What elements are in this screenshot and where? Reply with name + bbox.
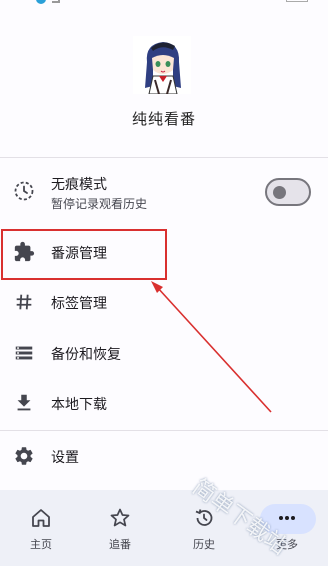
menu-item-settings[interactable]: 设置 [0, 432, 328, 480]
nav-follow[interactable]: 追番 [79, 490, 161, 566]
nav-home[interactable]: 主页 [0, 490, 82, 566]
menu-item-local-download[interactable]: 本地下载 [0, 379, 328, 427]
app-name: 纯纯看番 [131, 110, 196, 128]
nav-label: 追番 [109, 538, 131, 551]
battery-icon [286, 0, 308, 2]
menu-label: 设置 [51, 450, 79, 466]
app-avatar [133, 36, 191, 95]
incognito-title: 无痕模式 [51, 177, 107, 193]
status-bar [0, 0, 328, 8]
nav-label: 主页 [30, 538, 52, 551]
toggle-knob [273, 186, 286, 199]
hashtag-icon [13, 291, 35, 313]
gear-icon [13, 445, 35, 467]
menu-label: 备份和恢复 [51, 347, 121, 363]
home-icon [29, 506, 53, 530]
signal-icon [52, 0, 60, 3]
incognito-clock-icon [13, 180, 35, 202]
divider [0, 430, 328, 431]
menu-item-tag-manage[interactable]: 标签管理 [0, 278, 328, 326]
divider [0, 157, 328, 158]
incognito-mode-row[interactable]: 无痕模式 暂停记录观看历史 [0, 166, 328, 220]
drawer-header: 纯纯看番 [0, 8, 328, 158]
menu-label: 标签管理 [51, 296, 107, 312]
annotation-highlight-box [1, 229, 167, 280]
incognito-subtitle: 暂停记录观看历史 [51, 197, 148, 211]
menu-label: 本地下载 [51, 397, 107, 413]
notification-dot-icon [36, 0, 46, 4]
storage-list-icon [13, 342, 35, 364]
menu-item-backup-restore[interactable]: 备份和恢复 [0, 329, 328, 377]
incognito-toggle[interactable] [265, 178, 311, 206]
download-icon [13, 392, 35, 414]
app-screen: 纯纯看番 无痕模式 暂停记录观看历史 番源管理 标签管理 备份和恢复 本地下载 … [0, 0, 328, 566]
star-icon [108, 506, 132, 530]
